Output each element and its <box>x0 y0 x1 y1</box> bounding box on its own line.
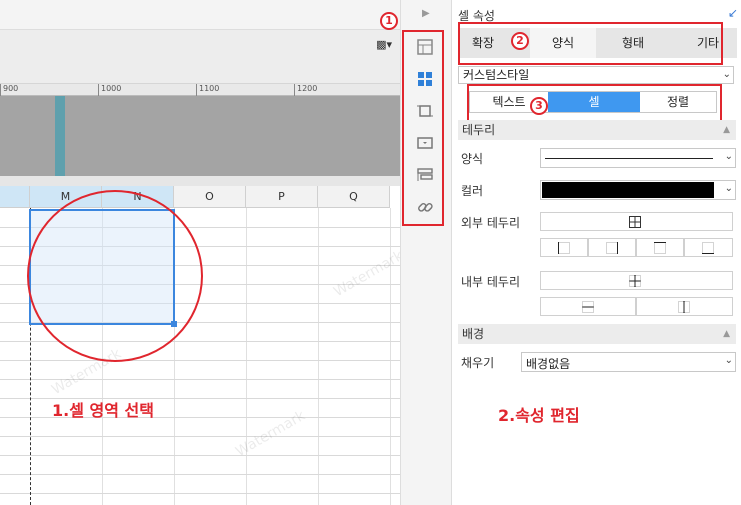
column-header-p[interactable]: P <box>246 186 318 208</box>
export-icon[interactable]: ▩▾ <box>376 38 392 51</box>
line-style-label: 양식 <box>461 152 484 166</box>
background-section-header[interactable]: 배경 ▲ <box>458 324 736 344</box>
column-header-o[interactable]: O <box>174 186 246 208</box>
grid-row-line <box>0 493 400 494</box>
border-right-icon <box>606 242 618 254</box>
inner-border-label: 내부 테두리 <box>461 275 521 289</box>
border-section-header[interactable]: 테두리 ▲ <box>458 120 736 140</box>
collapse-section-icon[interactable]: ▲ <box>723 120 730 140</box>
inner-border-vertical-button[interactable] <box>636 297 733 316</box>
grid-row-line <box>0 455 400 456</box>
border-bottom-icon <box>702 242 714 254</box>
ruler-tick: 1100 <box>196 84 219 96</box>
grid-row-line <box>0 474 400 475</box>
line-style-preview <box>545 158 713 159</box>
ruler-tick: 1200 <box>294 84 317 96</box>
border-section-title: 테두리 <box>462 123 496 137</box>
column-header-q[interactable]: Q <box>318 186 390 208</box>
inner-border-all-button[interactable] <box>540 271 733 290</box>
annotation-select-range: 1.셀 영역 선택 <box>52 401 154 420</box>
style-preset-value: 커스텀스타일 <box>463 68 530 82</box>
band-separator <box>0 176 400 186</box>
annotation-edit-properties: 2.속성 편집 <box>498 406 580 425</box>
annotation-badge-1: 1 <box>380 12 398 30</box>
collapse-panel-icon[interactable]: ▶ <box>422 8 430 19</box>
line-style-select[interactable]: ⌄ <box>540 148 736 168</box>
annotation-tabs-box <box>458 22 723 65</box>
collapse-section-icon[interactable]: ▲ <box>723 324 730 344</box>
fill-value: 배경없음 <box>526 357 571 371</box>
chevron-down-icon: ⌄ <box>724 183 733 194</box>
border-vertical-icon <box>678 301 690 313</box>
inner-border-horizontal-button[interactable] <box>540 297 636 316</box>
ruler-tick: 1000 <box>98 84 121 96</box>
border-inner-icon <box>629 275 641 287</box>
border-horizontal-icon <box>582 301 594 313</box>
ruler-tick: 900 <box>0 84 18 96</box>
border-top-icon <box>654 242 666 254</box>
designer-top-strip <box>0 0 400 30</box>
color-label: 컬러 <box>461 184 484 198</box>
designer-toolbar-strip: ▩▾ <box>0 30 400 84</box>
annotation-toolbar-box <box>402 30 444 226</box>
grid-column-line <box>246 208 247 505</box>
annotation-subtabs-box <box>467 84 722 122</box>
outer-border-left-button[interactable] <box>540 238 588 257</box>
outer-border-bottom-button[interactable] <box>684 238 733 257</box>
outer-border-all-button[interactable] <box>540 212 733 231</box>
outer-border-label: 외부 테두리 <box>461 216 521 230</box>
annotation-badge-2: 2 <box>511 32 529 50</box>
color-swatch <box>542 182 714 198</box>
outer-border-right-button[interactable] <box>588 238 636 257</box>
grid-column-line <box>318 208 319 505</box>
style-preset-select[interactable]: 커스텀스타일 ⌄ <box>458 66 734 84</box>
border-color-select[interactable]: ⌄ <box>540 180 736 200</box>
grid-row-line <box>0 360 400 361</box>
chevron-down-icon: ⌄ <box>722 69 731 80</box>
band-marker <box>55 96 65 176</box>
border-left-icon <box>558 242 570 254</box>
dock-panel-icon[interactable]: ↙ <box>728 6 738 20</box>
annotation-badge-3: 3 <box>530 97 548 115</box>
fill-select[interactable]: 배경없음 ⌄ <box>521 352 736 372</box>
watermark-text: Watermark <box>233 407 309 461</box>
border-all-icon <box>629 216 641 228</box>
chevron-down-icon: ⌄ <box>724 355 733 366</box>
annotation-circle <box>27 190 203 362</box>
fill-label: 채우기 <box>461 356 495 370</box>
chevron-down-icon: ⌄ <box>724 151 733 162</box>
horizontal-ruler: 900 1000 1100 1200 <box>0 84 400 96</box>
outer-border-top-button[interactable] <box>636 238 684 257</box>
grid-row-line <box>0 436 400 437</box>
column-header-blank <box>0 186 30 208</box>
background-section-title: 배경 <box>462 327 485 341</box>
